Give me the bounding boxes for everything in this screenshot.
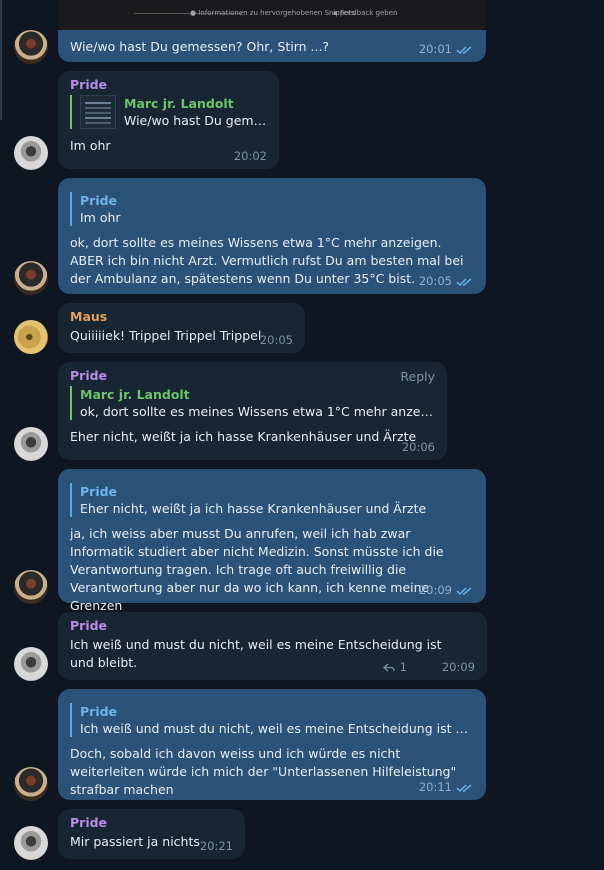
avatar-pride[interactable] [14, 647, 48, 681]
quote-text: Im ohr [80, 210, 121, 225]
quote-author: Pride [80, 484, 118, 499]
message-bubble[interactable]: Pride Reply Marc jr. Landolt ok, dort so… [58, 362, 447, 460]
message-time: 20:21 [199, 839, 233, 853]
message-time: 20:09 [441, 660, 475, 674]
replies-count: 1 [399, 660, 407, 674]
reply-quote[interactable]: Pride Ich weiß und must du nicht, weil e… [70, 703, 474, 737]
quote-text: Ich weiß und must du nicht, weil es mein… [80, 721, 474, 736]
double-check-icon [456, 278, 472, 287]
quote-author: Pride [80, 193, 118, 208]
reply-quote[interactable]: Marc jr. Landolt Wie/wo hast Du geme... [70, 95, 267, 129]
sender-name: Pride [70, 618, 108, 633]
message-time: 20:01 [418, 42, 452, 56]
reply-button[interactable]: Reply [400, 369, 435, 384]
quote-author: Marc jr. Landolt [124, 96, 234, 111]
message-time: 20:02 [233, 149, 267, 163]
quote-thumbnail [80, 95, 116, 129]
double-check-icon [456, 784, 472, 793]
double-check-icon [456, 587, 472, 596]
message-text: ja, ich weiss aber musst Du anrufen, wei… [70, 526, 444, 613]
message-text: Eher nicht, weißt ja ich hasse Krankenhä… [70, 429, 417, 444]
sender-name: Pride [70, 368, 108, 383]
message-text: Wie/wo hast Du gemessen? Ohr, Stirn ...? [70, 39, 330, 54]
message-bubble[interactable]: Pride Mir passiert ja nichts 20:21 [58, 809, 245, 859]
message-bubble[interactable]: Pride Marc jr. Landolt Wie/wo hast Du ge… [58, 71, 279, 169]
message-text: ok, dort sollte es meines Wissens etwa 1… [70, 235, 464, 286]
message-time: 20:09 [418, 583, 452, 597]
message-bubble[interactable]: Pride Im ohr ok, dort sollte es meines W… [58, 178, 486, 294]
feedback-link[interactable]: ▪ Feedback geben [333, 9, 397, 17]
avatar-marc[interactable] [14, 767, 48, 801]
avatar-marc[interactable] [14, 261, 48, 295]
message-bubble[interactable]: Pride Eher nicht, weißt ja ich hasse Kra… [58, 469, 486, 613]
quote-text: Eher nicht, weißt ja ich hasse Krankenhä… [80, 501, 427, 516]
info-icon: ● [190, 9, 197, 17]
feedback-icon: ▪ [333, 9, 338, 17]
message-text: Doch, sobald ich davon weiss und ich wür… [70, 746, 457, 797]
message-text: Ich weiß und must du nicht, weil es mein… [70, 637, 442, 670]
reply-arrow-icon [382, 663, 395, 672]
message-bubble[interactable]: Pride Ich weiß und must du nicht, weil e… [58, 612, 487, 680]
message-bubble[interactable]: Pride Ich weiß und must du nicht, weil e… [58, 689, 486, 800]
quote-author: Marc jr. Landolt [80, 387, 190, 402]
reply-quote[interactable]: Pride Im ohr [70, 192, 474, 226]
avatar-marc[interactable] [14, 570, 48, 604]
quote-text: ok, dort sollte es meines Wissens etwa 1… [80, 404, 435, 419]
avatar-pride[interactable] [14, 427, 48, 461]
avatar-maus[interactable] [14, 320, 48, 354]
info-link[interactable]: ● Informationen zu hervorgehobenen Snipp… [190, 9, 355, 17]
quote-text: Wie/wo hast Du geme... [124, 113, 267, 128]
message-bubble[interactable]: Maus Quiiiiiek! Trippel Trippel Trippel … [58, 303, 305, 353]
embedded-snippet-card: ● Informationen zu hervorgehobenen Snipp… [58, 0, 486, 30]
sender-name: Pride [70, 77, 108, 92]
avatar-pride[interactable] [14, 136, 48, 170]
avatar-pride[interactable] [14, 826, 48, 860]
scroll-edge [0, 0, 2, 120]
sender-name: Maus [70, 309, 108, 324]
avatar-marc[interactable] [14, 30, 48, 64]
message-bubble[interactable]: Wie/wo hast Du gemessen? Ohr, Stirn ...?… [58, 30, 486, 62]
replies-indicator[interactable]: 1 [382, 660, 407, 674]
message-time: 20:05 [418, 274, 452, 288]
quote-author: Pride [80, 704, 118, 719]
message-time: 20:06 [401, 440, 435, 454]
message-time: 20:11 [418, 780, 452, 794]
message-time: 20:05 [259, 333, 293, 347]
reply-quote[interactable]: Marc jr. Landolt ok, dort sollte es mein… [70, 386, 435, 420]
double-check-icon [456, 46, 472, 55]
sender-name: Pride [70, 815, 108, 830]
reply-quote[interactable]: Pride Eher nicht, weißt ja ich hasse Kra… [70, 483, 474, 517]
